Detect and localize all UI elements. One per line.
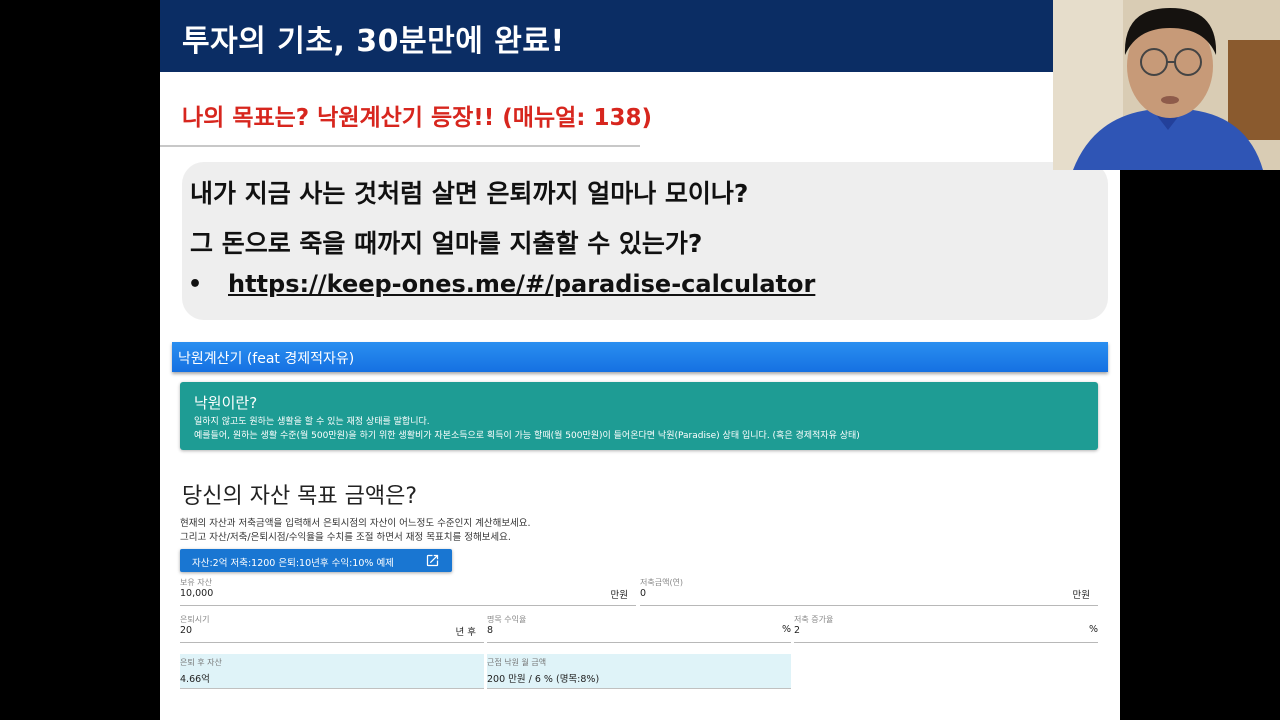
retire-assets-label: 은퇴 후 자산: [180, 658, 222, 667]
asset-goal-heading: 당신의 자산 목표 금액은?: [182, 484, 418, 509]
assets-label: 보유 자산: [180, 578, 212, 587]
savings-growth-field[interactable]: 저축 증가율 2 %: [794, 614, 1098, 643]
slide-subtitle: 나의 목표는? 낙원계산기 등장!! (매뉴얼: 138): [182, 105, 652, 131]
question-2: 그 돈으로 죽을 때까지 얼마를 지출할 수 있는가?: [190, 229, 703, 258]
assets-unit: 만원: [610, 590, 628, 601]
retire-assets-value: 4.66억: [180, 674, 210, 685]
assets-field[interactable]: 보유 자산 10,000 만원: [180, 577, 636, 606]
paradise-amount-label: 근접 낙원 월 금액: [487, 658, 547, 667]
question-callout: 내가 지금 사는 것처럼 살면 은퇴까지 얼마나 모이나? 그 돈으로 죽을 때…: [182, 162, 1108, 320]
app-header: 낙원계산기 (feat 경제적자유): [172, 342, 1108, 372]
subtitle-divider: [160, 145, 640, 147]
savings-field[interactable]: 저축금액(연) 0 만원: [640, 577, 1098, 606]
retire-field[interactable]: 은퇴시기 20 년 후: [180, 614, 484, 643]
assets-value: 10,000: [180, 588, 214, 599]
slide-title-bar: 투자의 기초, 30분만에 완료!: [160, 0, 1120, 72]
savings-unit: 만원: [1072, 590, 1090, 601]
webcam-feed: [1053, 0, 1280, 170]
example-button-label: 자산:2억 저축:1200 은퇴:10년후 수익:10% 예제: [192, 558, 394, 569]
paradise-info-box: 낙원이란? 일하지 않고도 원하는 생활을 할 수 있는 재정 상태를 말합니다…: [180, 382, 1098, 450]
savings-label: 저축금액(연): [640, 578, 684, 587]
description-line-1: 현재의 자산과 저축금액을 입력해서 은퇴시점의 자산이 어느정도 수준인지 계…: [180, 518, 531, 529]
return-rate-field[interactable]: 명목 수익율 8 %: [487, 614, 791, 643]
app-header-title: 낙원계산기 (feat 경제적자유): [178, 351, 355, 367]
example-button[interactable]: 자산:2억 저축:1200 은퇴:10년후 수익:10% 예제: [180, 549, 452, 572]
retire-assets-result: 은퇴 후 자산 4.66억: [180, 654, 484, 689]
return-rate-value: 8: [487, 625, 494, 636]
calculator-link[interactable]: https://keep-ones.me/#/paradise-calculat…: [228, 270, 815, 298]
savings-growth-unit: %: [1088, 624, 1098, 635]
description-line-2: 그리고 자산/저축/은퇴시점/수익율을 수치를 조절 하면서 재정 목표치를 정…: [180, 532, 511, 543]
retire-unit: 년 후: [455, 627, 477, 638]
open-in-new-icon: [426, 554, 439, 567]
bullet-dot: •: [188, 272, 203, 297]
presentation-slide: 투자의 기초, 30분만에 완료! 나의 목표는? 낙원계산기 등장!! (매뉴…: [160, 0, 1120, 720]
slide-title: 투자의 기초, 30분만에 완료!: [182, 24, 565, 59]
savings-growth-label: 저축 증가율: [794, 615, 834, 624]
info-title: 낙원이란?: [194, 394, 258, 412]
paradise-amount-result: 근접 낙원 월 금액 200 만원 / 6 % (명목:8%): [487, 654, 791, 689]
retire-value: 20: [180, 625, 193, 636]
savings-growth-value: 2: [794, 625, 801, 636]
paradise-amount-value: 200 만원 / 6 % (명목:8%): [487, 674, 600, 685]
return-rate-label: 명목 수익율: [487, 615, 527, 624]
savings-value: 0: [640, 588, 647, 599]
info-line-2: 예를들어, 원하는 생활 수준(월 500만원)을 하기 위한 생활비가 자본소…: [194, 431, 860, 441]
retire-label: 은퇴시기: [180, 615, 210, 624]
info-line-1: 일하지 않고도 원하는 생활을 할 수 있는 재정 상태를 말합니다.: [194, 417, 430, 427]
return-rate-unit: %: [781, 624, 791, 635]
question-1: 내가 지금 사는 것처럼 살면 은퇴까지 얼마나 모이나?: [190, 179, 749, 208]
presenter-image: [1053, 0, 1280, 170]
